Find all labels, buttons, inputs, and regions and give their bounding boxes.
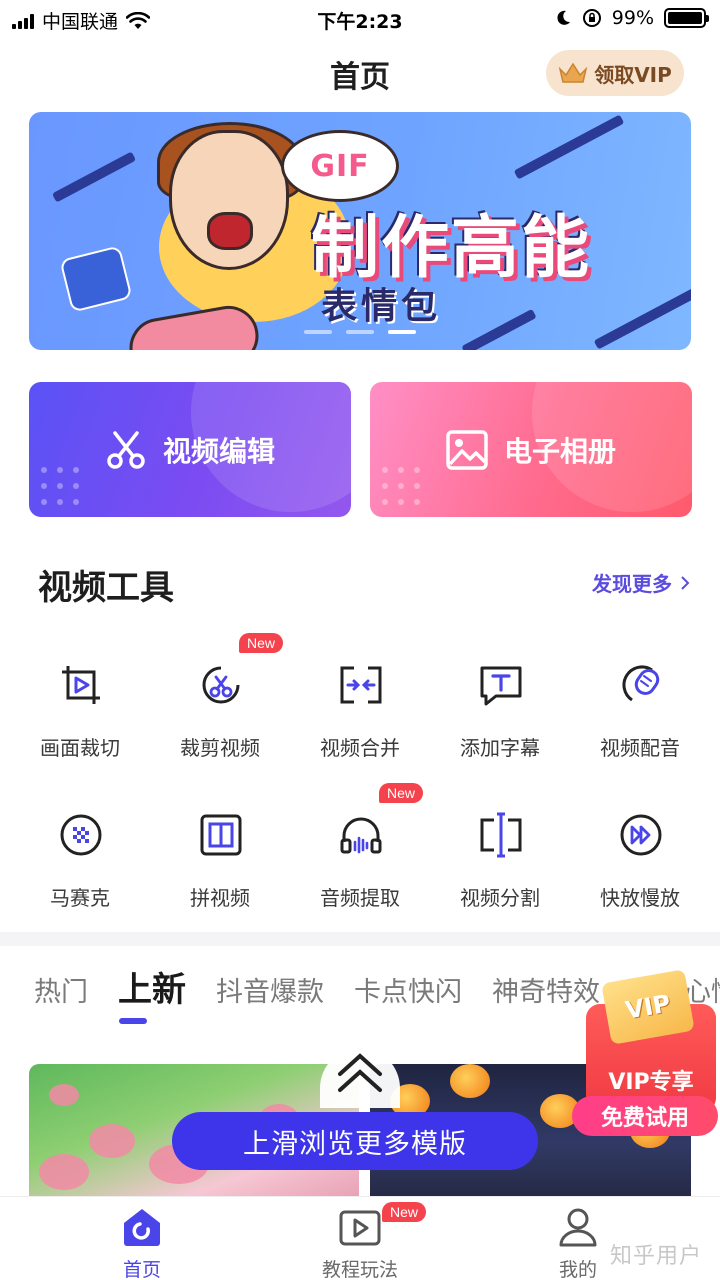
subtitle-icon — [480, 666, 522, 706]
tool-label: 添加字幕 — [460, 736, 540, 760]
tool-extract-audio[interactable]: 音频提取 — [290, 790, 430, 920]
banner-character-mouth — [207, 212, 253, 250]
mosaic-icon — [60, 814, 102, 856]
chevron-right-icon — [681, 575, 690, 590]
double-chevron-up-icon — [338, 1053, 382, 1092]
tool-label: 快放慢放 — [600, 886, 680, 910]
banner-character-arm — [124, 301, 264, 350]
tool-label: 裁剪视频 — [180, 736, 260, 760]
active-tab-indicator — [119, 1018, 147, 1024]
tool-label: 视频合并 — [320, 736, 400, 760]
tv-mascot-icon — [59, 245, 133, 313]
split-screen-icon — [200, 814, 242, 856]
nav-home-label: 首页 — [122, 1259, 161, 1280]
banner-subline: 表情包 — [321, 286, 442, 327]
rotation-lock-icon — [582, 9, 601, 27]
carousel-dot-active[interactable] — [388, 330, 416, 334]
merge-icon — [340, 666, 382, 704]
tab-douyin[interactable]: 抖音爆款 — [216, 970, 324, 1009]
nav-tutorials-label: 教程玩法 — [321, 1259, 398, 1280]
tool-trim-video[interactable]: 裁剪视频 — [150, 640, 290, 770]
tool-collage-video[interactable]: 拼视频 — [150, 790, 290, 920]
scissors-icon — [107, 430, 145, 469]
tool-label: 音频提取 — [320, 886, 400, 910]
headphones-icon — [340, 817, 382, 854]
claim-vip-label: 领取VIP — [594, 62, 672, 87]
tab-new[interactable]: 上新 — [118, 962, 186, 1011]
tool-merge-video[interactable]: 视频合并 — [290, 640, 430, 770]
section-title: 视频工具 — [38, 568, 174, 608]
split-icon — [480, 812, 522, 858]
video-tutorial-icon — [339, 1210, 381, 1246]
microphone-icon — [622, 665, 660, 702]
status-bar: 中国联通 下午2:23 99% — [0, 0, 720, 40]
free-trial-button[interactable]: 免费试用 — [572, 1096, 718, 1136]
profile-icon — [559, 1208, 597, 1247]
discover-more-label: 发现更多 — [592, 572, 672, 596]
carousel-dot[interactable] — [304, 330, 332, 334]
crown-icon — [558, 62, 588, 83]
fast-forward-icon — [620, 814, 662, 856]
section-divider — [0, 932, 720, 946]
new-badge: New — [379, 783, 424, 803]
nav-home[interactable]: 首页 — [82, 1205, 202, 1280]
tool-label: 视频配音 — [600, 736, 680, 760]
tab-hot[interactable]: 热门 — [34, 970, 88, 1009]
tool-crop[interactable]: 画面裁切 — [10, 640, 150, 770]
battery-icon — [664, 8, 709, 28]
image-icon — [446, 429, 488, 470]
scissors-circle-icon — [202, 666, 240, 704]
video-edit-card[interactable]: 视频编辑 — [29, 382, 351, 517]
tool-label: 画面裁切 — [40, 736, 120, 760]
browse-more-templates-button[interactable]: 上滑浏览更多模版 — [172, 1112, 538, 1170]
claim-vip-button[interactable]: 领取VIP — [546, 50, 684, 96]
tool-label: 马赛克 — [50, 886, 110, 910]
vip-trial-promo[interactable]: VIP VIP专享 免费试用 — [572, 969, 720, 1140]
tool-mosaic[interactable]: 马赛克 — [10, 790, 150, 920]
watermark: 知乎用户 — [609, 1244, 702, 1269]
tool-speed[interactable]: 快放慢放 — [570, 790, 710, 920]
home-icon — [124, 1209, 160, 1246]
scroll-up-button[interactable] — [320, 1048, 400, 1108]
moon-icon — [557, 10, 570, 25]
tab-beat-flash[interactable]: 卡点快闪 — [354, 970, 462, 1009]
carousel-indicator[interactable] — [29, 330, 691, 334]
tool-label: 视频分割 — [460, 886, 540, 910]
new-badge: New — [382, 1202, 427, 1222]
carousel-dot[interactable] — [346, 330, 374, 334]
promo-banner[interactable]: GIF 制作高能 表情包 — [29, 112, 691, 350]
new-badge: New — [239, 633, 284, 653]
crop-icon — [62, 666, 100, 704]
tool-split-video[interactable]: 视频分割 — [430, 790, 570, 920]
discover-more-link[interactable]: 发现更多 — [592, 568, 690, 597]
photo-album-card[interactable]: 电子相册 — [370, 382, 692, 517]
tool-voiceover[interactable]: 视频配音 — [570, 640, 710, 770]
tool-label: 拼视频 — [190, 886, 250, 910]
vip-promo-title: VIP专享 — [608, 1070, 694, 1095]
battery-percent: 99% — [611, 7, 654, 29]
tool-add-subtitle[interactable]: 添加字幕 — [430, 640, 570, 770]
